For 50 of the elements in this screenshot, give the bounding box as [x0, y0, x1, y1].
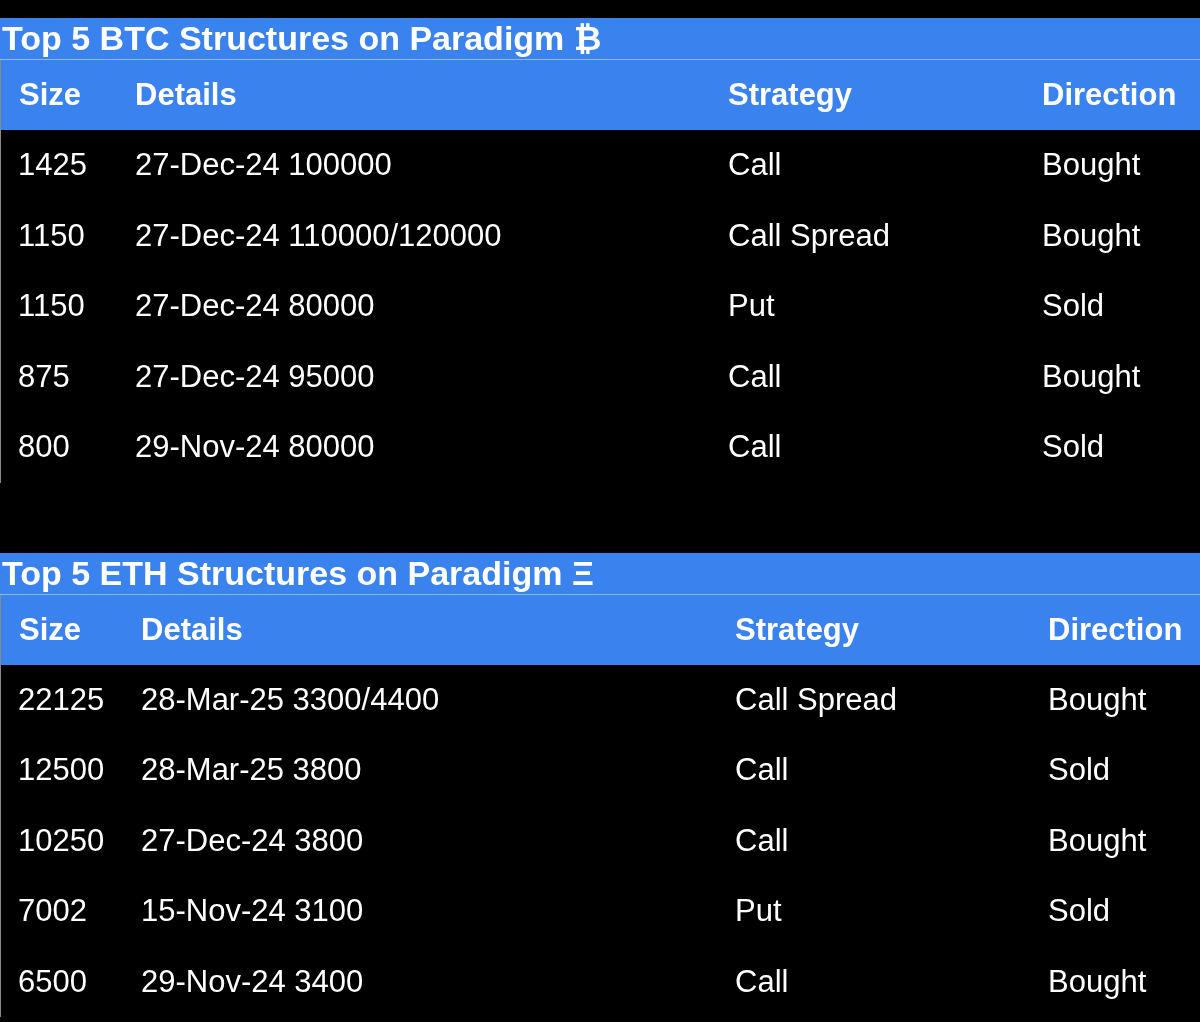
table-cell-text: 27-Dec-24 95000 [135, 357, 376, 396]
table-cell-text: Call [735, 751, 790, 789]
table-cell-text: Sold [1042, 287, 1106, 325]
table-cell-text: 1150 [17, 216, 86, 255]
table-cell-text: Sold [1042, 428, 1106, 466]
table-title: Top 5 BTC Structures on Paradigm ₿ [0, 18, 1200, 60]
table-cell-text: Bought [1048, 821, 1148, 860]
table-cell-text: 15-Nov-24 3100 [141, 892, 365, 930]
column-header: Strategy [728, 60, 1042, 130]
table-cell-text: Sold [1048, 751, 1112, 789]
table-cell-text: 27-Dec-24 110000/120000 [135, 216, 503, 255]
table-cell-text: Put [728, 287, 776, 325]
table-cell-text: Sold [1048, 892, 1112, 930]
table-cell-text: 22125 [17, 680, 106, 719]
table-cell-text: Bought [1048, 680, 1148, 719]
table-title: Top 5 ETH Structures on Paradigm Ξ [0, 552, 1200, 595]
column-header: Size [1, 60, 135, 130]
table-cell-text: Call Spread [728, 216, 891, 255]
table-cell-text: 27-Dec-24 3800 [141, 821, 365, 860]
table-cell-text: Bought [1042, 216, 1142, 255]
table-cell-text: Call [728, 146, 783, 184]
column-header: Details [141, 594, 735, 665]
table-cell-text: 29-Nov-24 3400 [141, 962, 365, 1001]
column-header: Details [135, 60, 728, 130]
table-cell-text: 27-Dec-24 100000 [135, 146, 393, 184]
table-cell-text: 800 [17, 428, 71, 466]
table-cell-text: Bought [1042, 357, 1142, 396]
table-cell-text: 28-Mar-25 3800 [141, 751, 363, 789]
table-cell-text: 7002 [17, 892, 88, 930]
column-header: Size [1, 594, 141, 665]
table-cell-text: 28-Mar-25 3300/4400 [141, 680, 441, 719]
table-cell-text: 1150 [17, 287, 86, 325]
table-cell-text: Bought [1042, 146, 1142, 184]
table-cell-text: Call [735, 962, 790, 1001]
table-cell-text: 27-Dec-24 80000 [135, 287, 376, 325]
table-cell-text: Call Spread [735, 680, 898, 719]
table-cell-text: Put [735, 892, 783, 930]
table-cell-text: Call [728, 428, 783, 466]
table-cell-text: 6500 [17, 962, 88, 1001]
column-header: Direction [1042, 60, 1200, 130]
table-cell-text: 1425 [17, 146, 88, 184]
table-cell-text: Call [735, 821, 790, 860]
table-cell-text: 12500 [17, 751, 106, 789]
table-cell-text: 10250 [17, 821, 106, 860]
column-header: Strategy [735, 594, 1048, 665]
table-cell-text: 875 [17, 357, 71, 396]
table-cell-text: 29-Nov-24 80000 [135, 428, 376, 466]
table-cell-text: Call [728, 357, 783, 396]
column-header: Direction [1048, 594, 1200, 665]
table-cell-text: Bought [1048, 962, 1148, 1001]
